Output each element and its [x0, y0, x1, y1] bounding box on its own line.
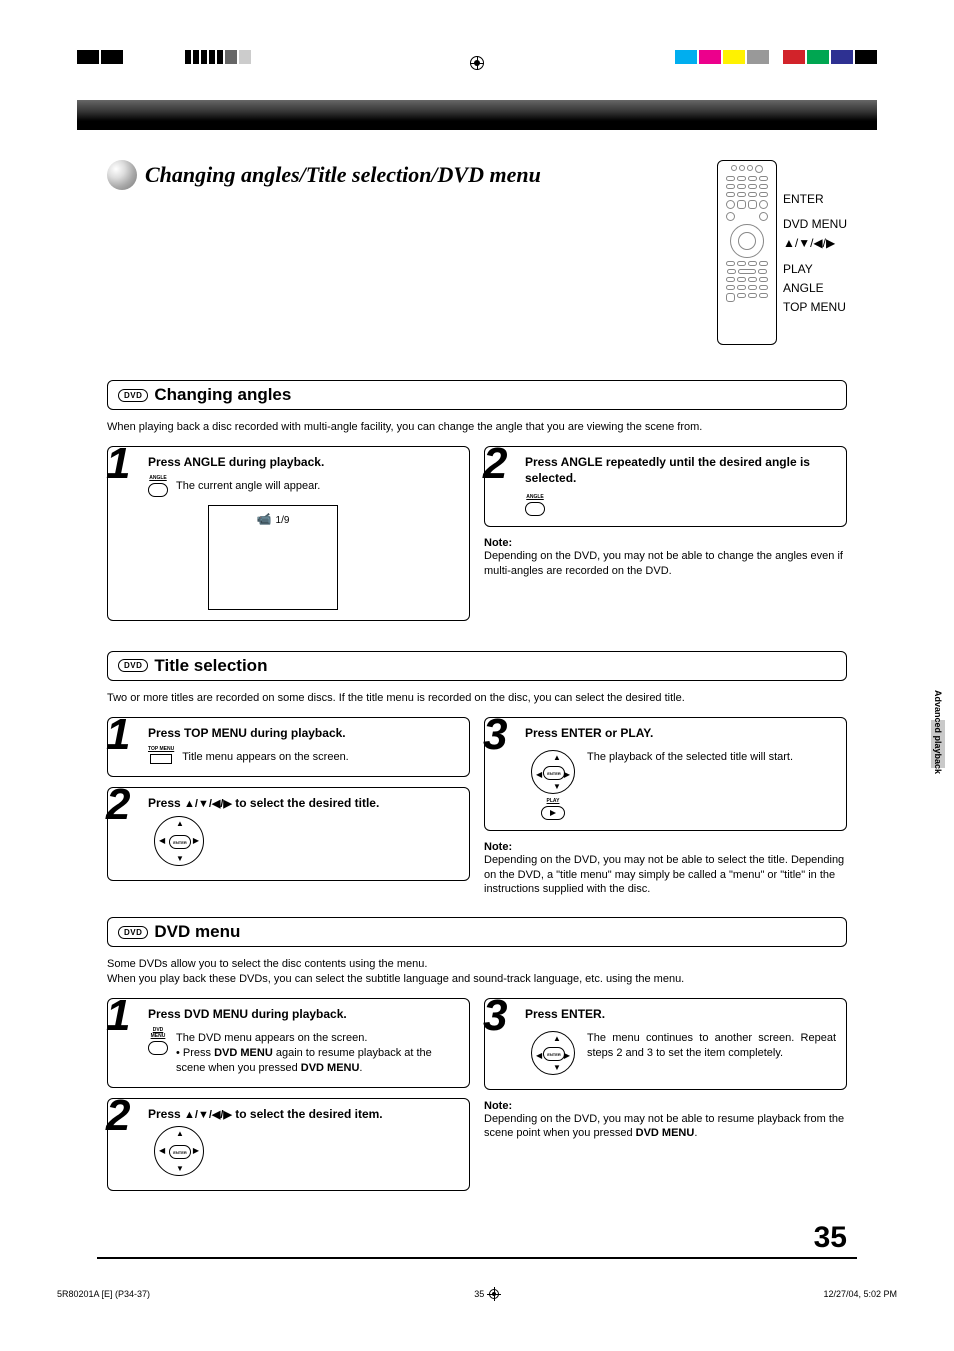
dvdmenu-step-2: 2 Press ▲/▼/◀/▶ to select the desired it…: [107, 1098, 470, 1192]
angle-button-icon: ANGLE: [148, 475, 168, 497]
title-step-3: 3 Press ENTER or PLAY. ▲▼◀▶ ENTER PLAY: [484, 717, 847, 831]
title-step-2: 2 Press ▲/▼/◀/▶ to select the desired ti…: [107, 787, 470, 881]
angle-button-icon: ANGLE: [525, 494, 545, 516]
section-tab-label: Advanced playback: [933, 690, 943, 774]
section-header-dvdmenu: DVD DVD menu: [107, 917, 847, 947]
title-step3-desc: The playback of the selected title will …: [587, 750, 793, 765]
dpad-icon: ▲▼◀▶ ENTER: [154, 1126, 204, 1176]
section-heading-title: Title selection: [154, 656, 267, 676]
osd-display: 📹 1/9: [208, 505, 338, 610]
title-step1-desc: Title menu appears on the screen.: [182, 750, 349, 765]
angles-step1-title: Press ANGLE during playback.: [148, 455, 459, 471]
note-label: Note:: [484, 537, 847, 549]
page-number-rule: [97, 1257, 857, 1259]
camera-icon: 📹: [257, 512, 272, 526]
angles-step-1: 1 Press ANGLE during playback. ANGLE The…: [107, 446, 470, 621]
footer-doc-id: 5R80201A [E] (P34-37): [57, 1289, 150, 1299]
remote-label-enter: ENTER: [783, 190, 847, 209]
remote-label-arrows: ▲/▼/◀/▶: [783, 234, 847, 253]
section-heading-dvdmenu: DVD menu: [154, 922, 240, 942]
dpad-icon: ▲▼◀▶ ENTER: [531, 750, 575, 794]
bullet-sphere-icon: [107, 160, 137, 190]
step-number-2: 2: [106, 780, 127, 830]
step-number-1: 1: [106, 710, 127, 760]
section-header-title: DVD Title selection: [107, 651, 847, 681]
remote-label-angle: ANGLE: [783, 279, 847, 298]
title-note: Depending on the DVD, you may not be abl…: [484, 853, 847, 898]
dpad-icon: ▲▼◀▶ ENTER: [154, 816, 204, 866]
angles-intro: When playing back a disc recorded with m…: [107, 420, 847, 434]
angles-step-2: 2 Press ANGLE repeatedly until the desir…: [484, 446, 847, 527]
osd-angle-indicator: 1/9: [276, 515, 290, 526]
dvd-badge-icon: DVD: [118, 926, 148, 939]
step-number-2: 2: [483, 439, 504, 489]
page-number: 35: [107, 1221, 847, 1255]
remote-icon: [717, 160, 777, 345]
angles-step1-desc: The current angle will appear.: [176, 479, 320, 494]
title-step2-title: Press ▲/▼/◀/▶ to select the desired titl…: [148, 796, 459, 812]
dvdmenu-button-icon: DVD MENU: [148, 1027, 168, 1055]
dvdmenu-step3-title: Press ENTER.: [525, 1007, 836, 1023]
dvd-badge-icon: DVD: [118, 389, 148, 402]
color-bars: [673, 50, 877, 64]
remote-label-dvdmenu: DVD MENU: [783, 215, 847, 234]
title-step3-title: Press ENTER or PLAY.: [525, 726, 836, 742]
title-step-1: 1 Press TOP MENU during playback. TOP ME…: [107, 717, 470, 777]
crop-marks-left: [77, 50, 251, 64]
section-header-angles: DVD Changing angles: [107, 380, 847, 410]
step-number-2: 2: [106, 1091, 127, 1141]
section-tab: Advanced playback: [931, 680, 945, 810]
remote-label-topmenu: TOP MENU: [783, 298, 847, 317]
footer-page: 35: [474, 1289, 499, 1299]
dvdmenu-intro: Some DVDs allow you to select the disc c…: [107, 957, 847, 986]
dvdmenu-step-3: 3 Press ENTER. ▲▼◀▶ ENTER The menu conti…: [484, 998, 847, 1090]
topmenu-button-icon: TOP MENU: [148, 746, 174, 764]
dvd-badge-icon: DVD: [118, 659, 148, 672]
step-number-3: 3: [483, 991, 504, 1041]
gradient-bar: [77, 100, 877, 130]
dvdmenu-step-1: 1 Press DVD MENU during playback. DVD ME…: [107, 998, 470, 1088]
dvdmenu-step1-title: Press DVD MENU during playback.: [148, 1007, 459, 1023]
footer: 5R80201A [E] (P34-37) 35 12/27/04, 5:02 …: [47, 1289, 907, 1319]
step-number-1: 1: [106, 439, 127, 489]
dvdmenu-step1-desc: The DVD menu appears on the screen. • Pr…: [176, 1031, 459, 1077]
note-label: Note:: [484, 841, 847, 853]
title-step1-title: Press TOP MENU during playback.: [148, 726, 459, 742]
play-button-icon: PLAY: [525, 798, 581, 820]
dvdmenu-note: Depending on the DVD, you may not be abl…: [484, 1112, 847, 1142]
dvdmenu-step3-desc: The menu continues to another screen. Re…: [587, 1031, 836, 1062]
dvdmenu-step2-title: Press ▲/▼/◀/▶ to select the desired item…: [148, 1107, 459, 1123]
step-number-1: 1: [106, 991, 127, 1041]
title-intro: Two or more titles are recorded on some …: [107, 691, 847, 705]
registration-mark-icon: [470, 56, 484, 70]
page-title: Changing angles/Title selection/DVD menu: [145, 162, 541, 188]
remote-label-play: PLAY: [783, 260, 847, 279]
angles-step2-title: Press ANGLE repeatedly until the desired…: [525, 455, 836, 486]
remote-diagram: ENTER DVD MENU ▲/▼/◀/▶ PLAY ANGLE TOP ME…: [717, 160, 847, 345]
angles-note: Depending on the DVD, you may not be abl…: [484, 549, 847, 579]
step-number-3: 3: [483, 710, 504, 760]
registration-mark-icon: [489, 1289, 499, 1299]
print-registration-strip: [47, 30, 907, 90]
footer-timestamp: 12/27/04, 5:02 PM: [823, 1289, 897, 1299]
dpad-icon: ▲▼◀▶ ENTER: [531, 1031, 575, 1075]
section-heading-angles: Changing angles: [154, 385, 291, 405]
note-label: Note:: [484, 1100, 847, 1112]
